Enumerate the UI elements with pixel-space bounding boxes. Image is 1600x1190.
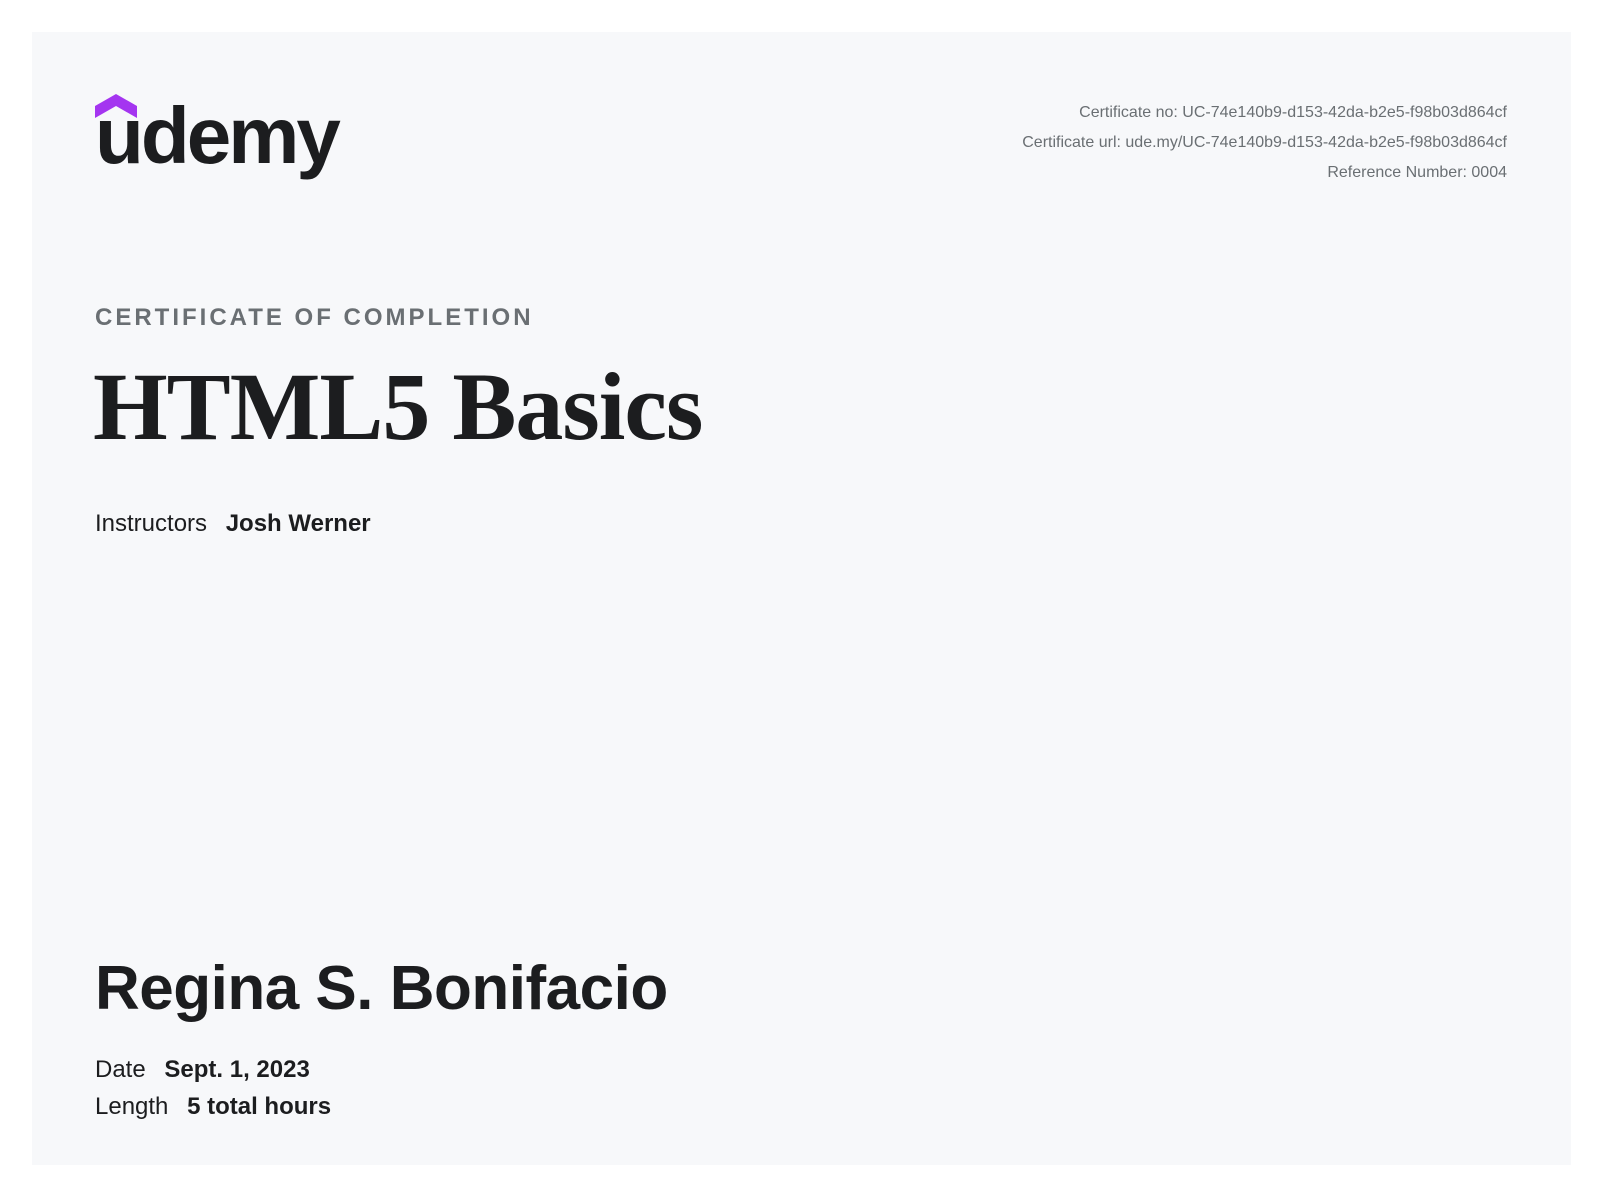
certificate-number: Certificate no: UC-74e140b9-d153-42da-b2… xyxy=(1079,104,1507,121)
length-label: Length xyxy=(95,1093,169,1120)
recipient-name: Regina S. Bonifacio xyxy=(95,954,668,1023)
certificate: udemy Certificate no: UC-74e140b9-d153-4… xyxy=(32,32,1571,1165)
certificate-label: CERTIFICATE OF COMPLETION xyxy=(95,304,534,331)
date-value: Sept. 1, 2023 xyxy=(164,1056,310,1083)
certificate-url: Certificate url: ude.my/UC-74e140b9-d153… xyxy=(1022,134,1507,151)
date-label: Date xyxy=(95,1056,146,1083)
reference-number: Reference Number: 0004 xyxy=(1327,164,1507,181)
instructors-value: Josh Werner xyxy=(225,510,371,537)
length-row: Length 5 total hours xyxy=(95,1093,331,1121)
date-row: Date Sept. 1, 2023 xyxy=(95,1056,310,1084)
length-value: 5 total hours xyxy=(187,1093,332,1120)
udemy-logo-wordmark: udemy xyxy=(95,91,341,180)
course-title: HTML5 Basics xyxy=(93,353,703,460)
certificate-meta: Certificate no: UC-74e140b9-d153-42da-b2… xyxy=(1022,98,1507,188)
instructors-row: Instructors Josh Werner xyxy=(95,510,371,538)
instructors-label: Instructors xyxy=(95,510,208,537)
